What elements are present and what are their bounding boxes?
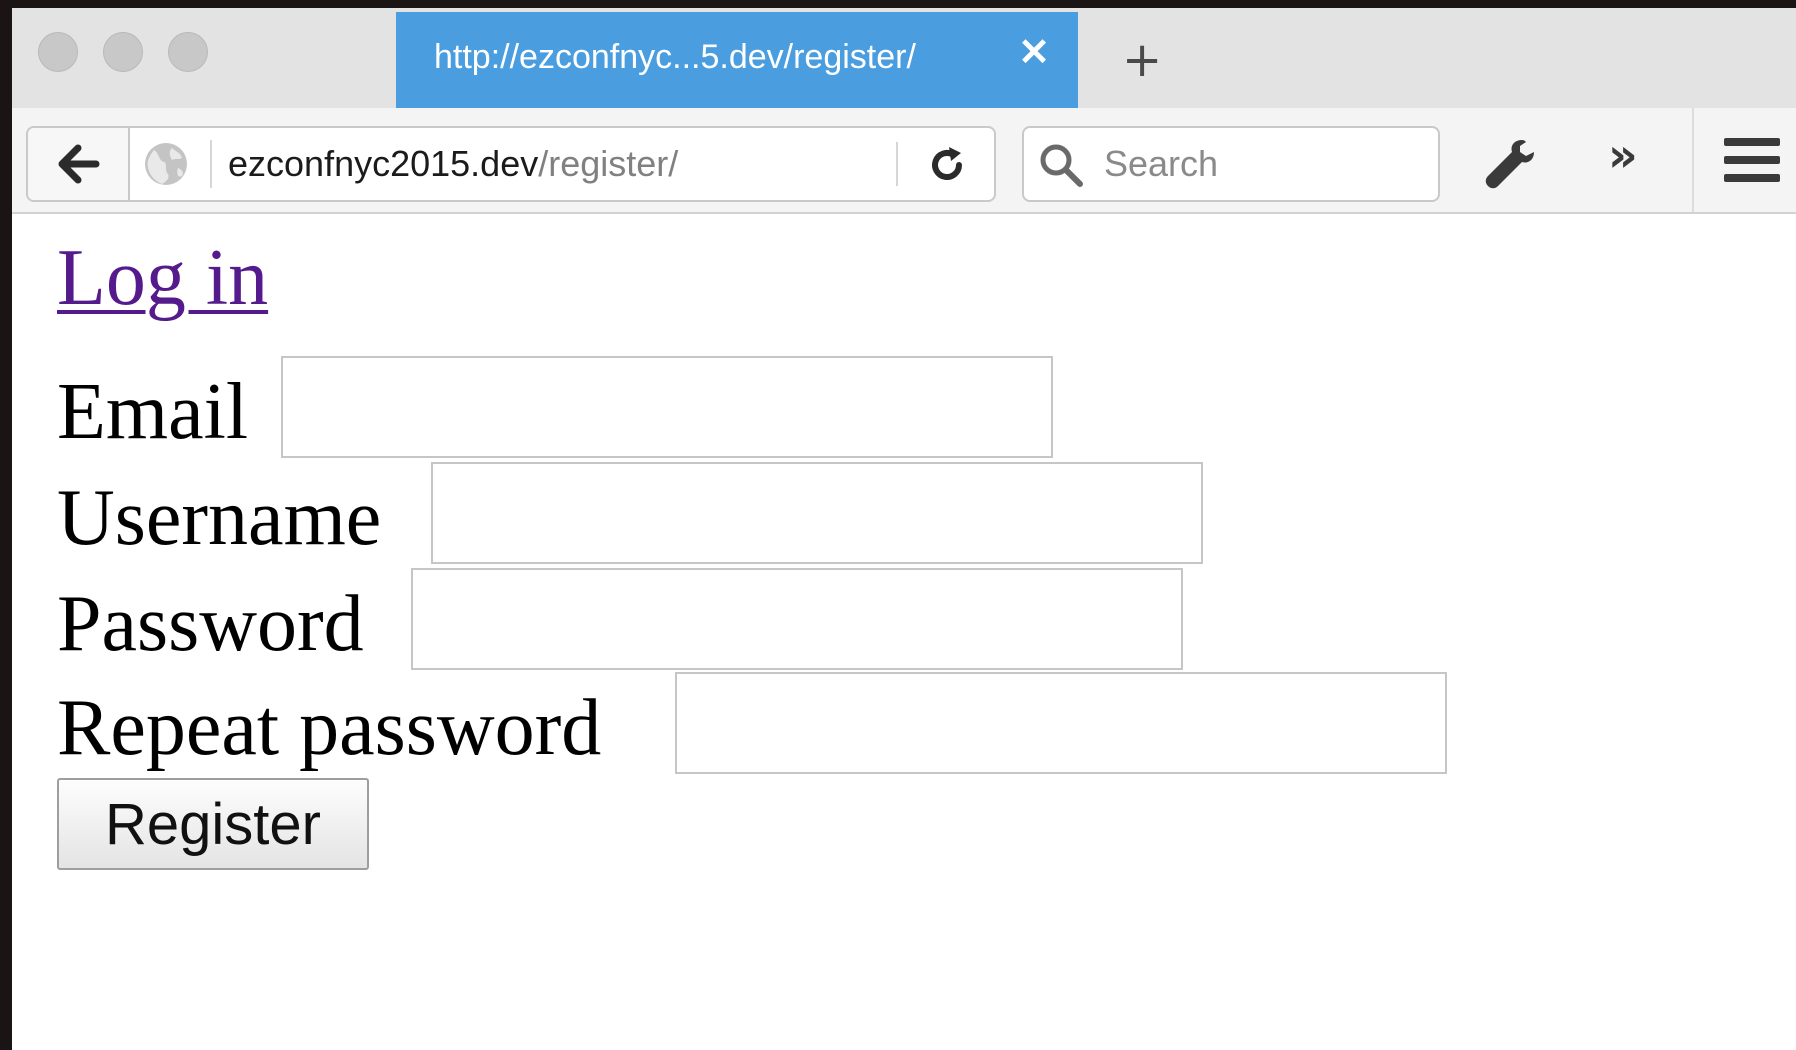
register-button[interactable]: Register xyxy=(57,778,369,870)
menu-bar-line xyxy=(1724,156,1780,164)
back-arrow-icon xyxy=(58,144,100,184)
menu-bar-line xyxy=(1724,174,1780,182)
search-icon xyxy=(1040,144,1083,187)
password-field[interactable] xyxy=(411,568,1183,670)
reload-divider xyxy=(896,142,898,186)
page-content: Log in Email Username Password Repeat pa… xyxy=(12,214,1796,1050)
repeat-password-field[interactable] xyxy=(675,672,1447,774)
tab-close-icon[interactable]: ✕ xyxy=(1018,34,1050,72)
username-field[interactable] xyxy=(431,462,1203,564)
close-window-button[interactable] xyxy=(38,32,78,72)
password-label: Password xyxy=(57,580,364,668)
url-divider xyxy=(210,140,212,188)
overflow-chevron-icon[interactable]: » xyxy=(1608,132,1638,178)
globe-icon[interactable] xyxy=(142,140,190,188)
search-input[interactable] xyxy=(1104,138,1424,190)
hamburger-menu-icon[interactable] xyxy=(1724,138,1780,184)
tab-strip: http://ezconfnyc...5.dev/register/ ✕ + xyxy=(12,8,1796,108)
nav-bar: ezconfnyc2015.dev/register/ » xyxy=(12,108,1796,214)
back-button[interactable] xyxy=(28,128,130,200)
zoom-window-button[interactable] xyxy=(168,32,208,72)
login-link[interactable]: Log in xyxy=(57,238,268,318)
tab-title: http://ezconfnyc...5.dev/register/ xyxy=(434,38,916,76)
new-tab-button[interactable]: + xyxy=(1122,36,1162,84)
search-box[interactable] xyxy=(1022,126,1440,202)
tab-register[interactable]: http://ezconfnyc...5.dev/register/ ✕ xyxy=(396,12,1078,108)
minimize-window-button[interactable] xyxy=(103,32,143,72)
menu-bar-line xyxy=(1724,138,1780,146)
reload-button[interactable] xyxy=(918,136,976,194)
url-text[interactable]: ezconfnyc2015.dev/register/ xyxy=(228,143,678,185)
wrench-icon[interactable] xyxy=(1482,136,1538,192)
toolbar-divider xyxy=(1692,108,1694,212)
email-field[interactable] xyxy=(281,356,1053,458)
email-label: Email xyxy=(57,368,249,456)
url-host: ezconfnyc2015.dev xyxy=(228,143,539,184)
browser-window: http://ezconfnyc...5.dev/register/ ✕ + e… xyxy=(12,8,1796,1050)
repeat-password-label: Repeat password xyxy=(57,684,602,772)
address-bar[interactable]: ezconfnyc2015.dev/register/ xyxy=(26,126,996,202)
url-path: /register/ xyxy=(538,143,679,184)
username-label: Username xyxy=(57,474,382,562)
reload-icon xyxy=(932,147,962,180)
